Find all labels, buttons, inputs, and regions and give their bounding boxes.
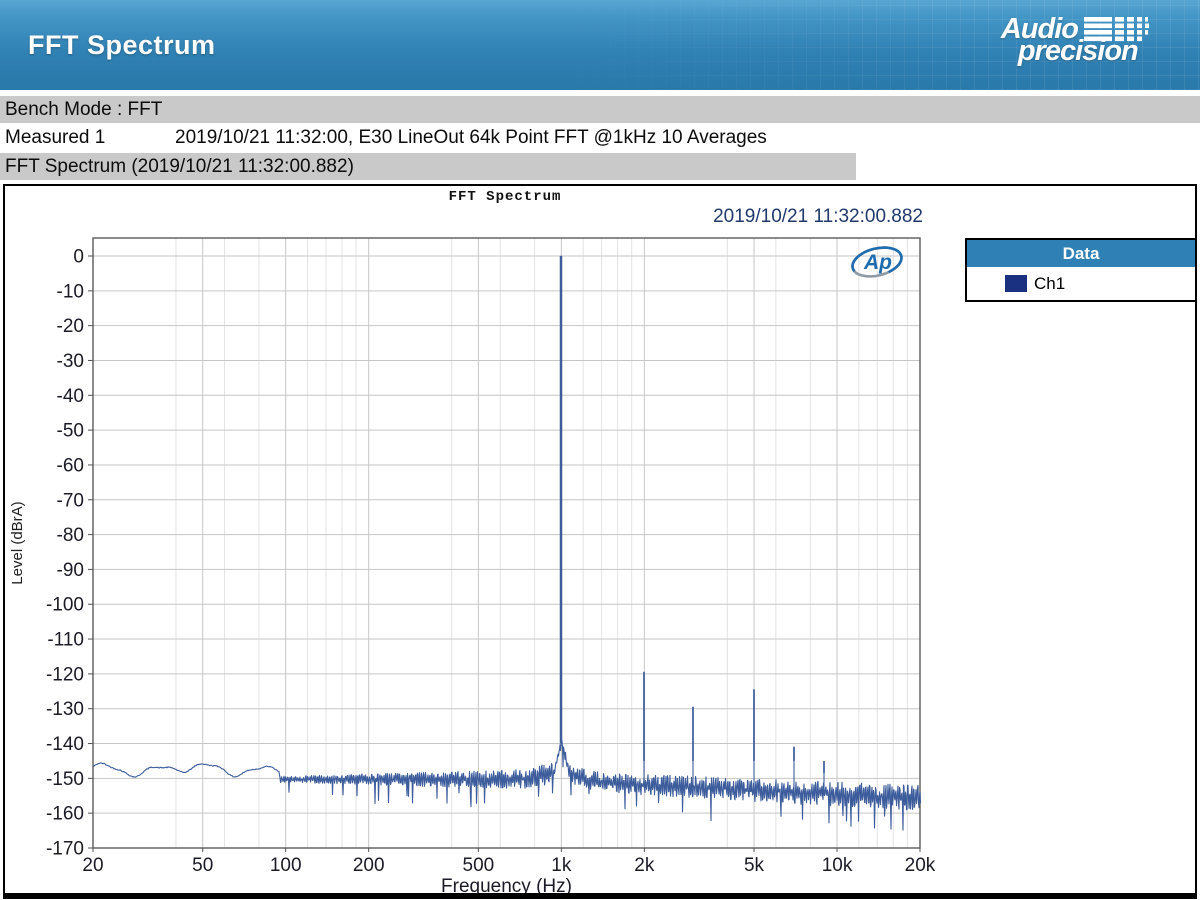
svg-text:-120: -120: [46, 664, 84, 685]
svg-text:-80: -80: [57, 525, 84, 546]
svg-text:-160: -160: [46, 804, 84, 825]
legend-item-ch1: Ch1: [967, 267, 1195, 300]
measured-value: 2019/10/21 11:32:00, E30 LineOut 64k Poi…: [175, 124, 767, 152]
chart-timestamp: 2019/10/21 11:32:00.882: [645, 206, 923, 228]
legend-header: Data: [967, 240, 1195, 267]
svg-text:200: 200: [353, 855, 385, 876]
svg-text:10k: 10k: [822, 855, 853, 876]
svg-text:50: 50: [192, 855, 213, 876]
svg-text:2k: 2k: [634, 855, 655, 876]
svg-text:-100: -100: [46, 595, 84, 616]
svg-text:-140: -140: [46, 734, 84, 755]
svg-text:-30: -30: [57, 351, 84, 372]
brand-word-precision: precision: [1018, 40, 1150, 62]
ap-circle-logo: Ap: [848, 242, 906, 287]
chart-title: FFT Spectrum: [355, 189, 655, 205]
svg-text:-20: -20: [57, 316, 84, 337]
svg-text:20k: 20k: [905, 855, 936, 876]
bench-mode-bar: Bench Mode : FFT: [0, 96, 1200, 123]
svg-text:500: 500: [463, 855, 495, 876]
ch1-color-swatch: [1005, 275, 1027, 292]
svg-text:100: 100: [270, 855, 302, 876]
svg-text:-40: -40: [57, 386, 84, 407]
svg-text:20: 20: [82, 855, 103, 876]
ch1-label: Ch1: [1034, 274, 1065, 294]
app-header: FFT Spectrum Audio precision: [0, 0, 1200, 90]
svg-text:-170: -170: [46, 839, 84, 860]
page-title: FFT Spectrum: [28, 30, 216, 61]
svg-text:-130: -130: [46, 699, 84, 720]
svg-text:1k: 1k: [551, 855, 572, 876]
svg-text:-70: -70: [57, 490, 84, 511]
svg-text:-60: -60: [57, 455, 84, 476]
svg-text:5k: 5k: [744, 855, 765, 876]
legend-box: Data Ch1: [965, 238, 1197, 302]
chart-panel: 20 50 100 200 500 1k 2k 5k 10k 20k 0 -10 -20 -30 -40 -5…: [3, 184, 1197, 899]
svg-text:-150: -150: [46, 769, 84, 790]
measured-label: Measured 1: [0, 124, 175, 152]
fft-report-page: FFT Spectrum Audio precision Bench Mode …: [0, 0, 1200, 900]
svg-text:Level (dBrA): Level (dBrA): [9, 501, 26, 584]
svg-text:0: 0: [73, 247, 84, 268]
ap-logo-text: Ap: [863, 251, 892, 274]
section-title-bar: FFT Spectrum (2019/10/21 11:32:00.882): [0, 153, 856, 180]
measured-row: Measured 1 2019/10/21 11:32:00, E30 Line…: [0, 124, 1200, 152]
svg-text:Frequency (Hz): Frequency (Hz): [441, 876, 572, 893]
svg-text:-10: -10: [57, 281, 84, 302]
svg-text:-50: -50: [57, 421, 84, 442]
svg-text:-90: -90: [57, 560, 84, 581]
svg-text:-110: -110: [47, 630, 84, 651]
audio-precision-logo: Audio precision: [1001, 16, 1150, 62]
